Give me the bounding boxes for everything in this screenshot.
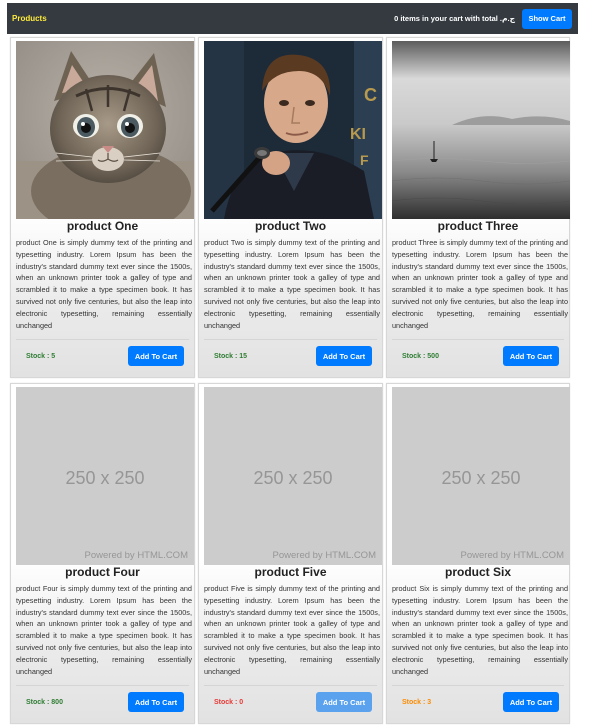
placeholder-image: 250 x 250 Powered by HTML.COM — [392, 387, 570, 565]
product-description: product One is simply dummy text of the … — [16, 238, 192, 330]
product-title: product Five — [254, 565, 327, 579]
seascape-photo — [392, 41, 570, 219]
stock-label: Stock : 15 — [214, 353, 248, 360]
card-divider — [204, 339, 377, 340]
product-card: C KI F product Two product Two is simply… — [198, 37, 383, 378]
card-divider — [204, 685, 377, 686]
add-to-cart-button[interactable]: Add To Cart — [316, 692, 372, 712]
placeholder-size-text: 250 x 250 — [253, 468, 332, 488]
product-image-seascape — [392, 41, 570, 219]
add-to-cart-button[interactable]: Add To Cart — [503, 692, 559, 712]
add-to-cart-button[interactable]: Add To Cart — [503, 346, 559, 366]
product-card: 250 x 250 Powered by HTML.COM product Fi… — [198, 383, 383, 724]
add-to-cart-button[interactable]: Add To Cart — [128, 692, 184, 712]
product-image-kitten — [16, 41, 194, 219]
product-image-placeholder: 250 x 250 Powered by HTML.COM — [204, 387, 382, 565]
placeholder-powered-text: Powered by HTML.COM — [273, 550, 377, 561]
cart-summary: 0 items in your cart with total ج.م.‏ — [394, 14, 515, 23]
product-card: product Three product Three is simply du… — [386, 37, 570, 378]
product-card: 250 x 250 Powered by HTML.COM product Fo… — [10, 383, 195, 724]
product-description: product Four is simply dummy text of the… — [16, 584, 192, 676]
banner-letter-c: C — [364, 85, 377, 105]
product-description: product Six is simply dummy text of the … — [392, 584, 568, 676]
kitten-photo — [16, 41, 194, 219]
show-cart-button[interactable]: Show Cart — [522, 8, 572, 29]
top-navbar: Products 0 items in your cart with total… — [7, 3, 578, 34]
product-description: product Three is simply dummy text of th… — [392, 238, 568, 330]
cart-area: 0 items in your cart with total ج.م.‏ Sh… — [394, 8, 572, 29]
placeholder-powered-text: Powered by HTML.COM — [461, 550, 565, 561]
product-card: 250 x 250 Powered by HTML.COM product Si… — [386, 383, 570, 724]
man-photo: C KI F — [204, 41, 382, 219]
placeholder-powered-text: Powered by HTML.COM — [85, 550, 189, 561]
stock-label: Stock : 5 — [26, 353, 56, 360]
add-to-cart-button[interactable]: Add To Cart — [128, 346, 184, 366]
placeholder-image: 250 x 250 Powered by HTML.COM — [16, 387, 194, 565]
stock-label: Stock : 0 — [214, 699, 244, 706]
product-title: product Four — [65, 565, 140, 579]
card-divider — [392, 339, 564, 340]
product-description: product Five is simply dummy text of the… — [204, 584, 380, 676]
product-description: product Two is simply dummy text of the … — [204, 238, 380, 330]
product-title: product Three — [437, 219, 519, 233]
product-card: product One product One is simply dummy … — [10, 37, 195, 378]
stock-label: Stock : 500 — [402, 353, 439, 360]
product-title: product Two — [254, 219, 327, 233]
banner-letter-f: F — [360, 152, 369, 168]
product-image-man: C KI F — [204, 41, 382, 219]
product-title: product One — [66, 219, 139, 233]
card-divider — [392, 685, 564, 686]
navbar-brand[interactable]: Products — [12, 14, 47, 23]
product-title: product Six — [444, 565, 511, 579]
placeholder-size-text: 250 x 250 — [441, 468, 520, 488]
product-grid: product One product One is simply dummy … — [10, 37, 574, 724]
card-divider — [16, 685, 189, 686]
add-to-cart-button[interactable]: Add To Cart — [316, 346, 372, 366]
banner-letters-ki: KI — [350, 126, 366, 143]
card-divider — [16, 339, 189, 340]
product-image-placeholder: 250 x 250 Powered by HTML.COM — [16, 387, 194, 565]
stock-label: Stock : 800 — [26, 699, 63, 706]
product-image-placeholder: 250 x 250 Powered by HTML.COM — [392, 387, 570, 565]
stock-label: Stock : 3 — [402, 699, 432, 706]
placeholder-image: 250 x 250 Powered by HTML.COM — [204, 387, 382, 565]
placeholder-size-text: 250 x 250 — [65, 468, 144, 488]
